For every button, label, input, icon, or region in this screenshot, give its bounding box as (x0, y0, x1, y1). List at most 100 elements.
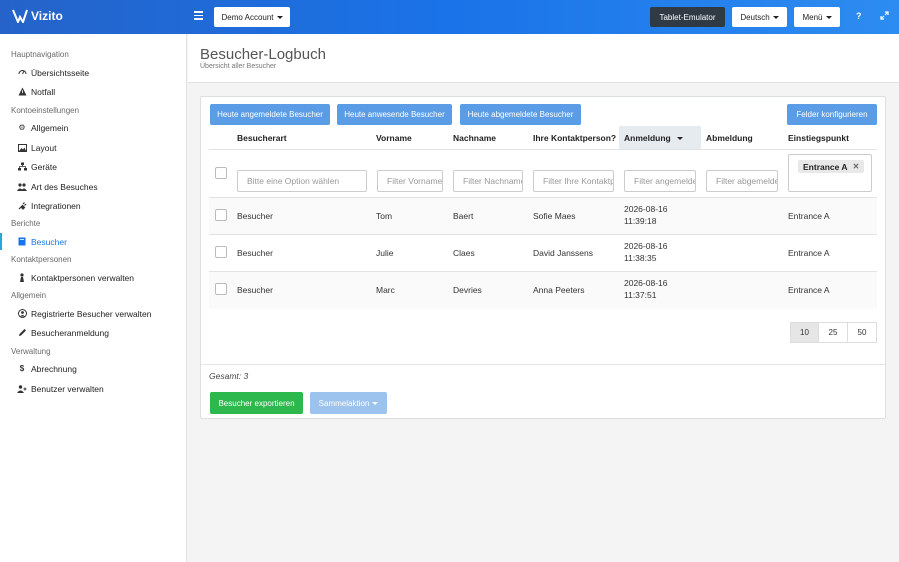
export-visitors-button[interactable]: Besucher exportieren (210, 392, 303, 414)
today-registered-label: Heute angemeldete Besucher (217, 110, 323, 119)
cell-last-name: Devries (453, 285, 482, 295)
sidebar-item-visitor-registration[interactable]: Besucheranmeldung (0, 324, 186, 341)
divider (201, 364, 885, 365)
column-header-contact[interactable]: Ihre Kontaktperson? (533, 133, 616, 143)
dashboard-icon (17, 68, 27, 78)
last-name-filter-placeholder: Filter Nachname (463, 176, 523, 186)
column-header-login[interactable]: Anmeldung (624, 133, 683, 143)
pencil-icon (17, 328, 27, 338)
sidebar-item-emergency[interactable]: Notfall (0, 83, 186, 100)
cell-login-time: 11:39:18 (624, 216, 657, 226)
column-header-entry-point[interactable]: Einstiegspunkt (788, 133, 849, 143)
row-checkbox[interactable] (215, 246, 227, 258)
last-name-filter-input[interactable]: Filter Nachname (453, 170, 523, 192)
vizito-logo-icon (12, 9, 28, 23)
sidebar-item-overview[interactable]: Übersichtsseite (0, 64, 186, 81)
sort-desc-icon (676, 137, 683, 141)
logout-filter-input[interactable]: Filter abgemeldet (706, 170, 778, 192)
column-header-last-name[interactable]: Nachname (453, 133, 496, 143)
today-registered-button[interactable]: Heute angemeldete Besucher (210, 104, 330, 125)
today-signed-out-label: Heute abgemeldete Besucher (467, 110, 574, 119)
plug-icon (17, 201, 27, 211)
sidebar-item-integrations[interactable]: Integrationen (0, 197, 186, 214)
entry-point-filter-tag: Entrance A ✕ (798, 160, 865, 173)
configure-fields-button[interactable]: Felder konfigurieren (787, 104, 877, 125)
row-checkbox[interactable] (215, 283, 227, 295)
sidebar-item-label: Besucheranmeldung (31, 327, 109, 338)
chevron-down-icon (772, 15, 779, 19)
first-name-filter-placeholder: Filter Vorname (387, 176, 443, 186)
menu-toggle-icon[interactable] (194, 11, 203, 22)
sidebar-item-visit-types[interactable]: Art des Besuches (0, 178, 186, 195)
image-icon (17, 143, 27, 153)
cell-entry-point: Entrance A (788, 211, 830, 221)
sidebar-item-visitors[interactable]: Besucher (0, 233, 186, 250)
column-header-logout[interactable]: Abmeldung (706, 133, 753, 143)
sidebar-item-label: Besucher (31, 236, 67, 247)
select-all-checkbox[interactable] (215, 167, 227, 179)
sidebar-item-label: Geräte (31, 161, 57, 172)
sidebar-item-layout[interactable]: Layout (0, 139, 186, 156)
column-header-first-name[interactable]: Vorname (376, 133, 412, 143)
row-checkbox[interactable] (215, 209, 227, 221)
sidebar-section-reports: Berichte (11, 219, 41, 228)
logo-text: Vizito (31, 9, 63, 23)
login-filter-placeholder: Filter angemeldet (634, 176, 696, 186)
person-icon (17, 273, 27, 283)
page-size-50-button[interactable]: 50 (847, 322, 877, 343)
entry-point-tag-label: Entrance A (803, 161, 848, 172)
contact-filter-input[interactable]: Filter Ihre Kontaktperson (533, 170, 614, 192)
menu-dropdown-button[interactable]: Menü (794, 7, 840, 27)
language-dropdown-button[interactable]: Deutsch (732, 7, 787, 27)
language-label: Deutsch (740, 12, 770, 22)
sidebar-item-manage-users[interactable]: Benutzer verwalten (0, 380, 186, 397)
today-present-button[interactable]: Heute anwesende Besucher (337, 104, 452, 125)
sidebar-item-devices[interactable]: Geräte (0, 158, 186, 175)
sidebar-item-manage-contacts[interactable]: Kontaktpersonen verwalten (0, 269, 186, 286)
column-header-visitor-type[interactable]: Besucherart (237, 133, 287, 143)
gear-icon: ⚙ (18, 123, 26, 132)
expand-icon[interactable] (880, 11, 889, 22)
book-icon (17, 237, 27, 247)
sidebar-section-general: Allgemein (11, 291, 47, 300)
close-icon[interactable]: ✕ (853, 162, 860, 171)
sidebar-section-main: Hauptnavigation (11, 50, 69, 59)
sidebar-item-registered-visitors[interactable]: Registrierte Besucher verwalten (0, 305, 186, 322)
divider (209, 149, 877, 150)
page-size-10-button[interactable]: 10 (790, 322, 819, 343)
visitor-type-filter-select[interactable]: Bitte eine Option wählen (237, 170, 367, 192)
login-filter-input[interactable]: Filter angemeldet (624, 170, 696, 192)
top-navbar: Vizito Demo Account Tablet-Emulator Deut… (0, 0, 899, 34)
page-size-label: 50 (857, 328, 867, 337)
sidebar-item-label: Registrierte Besucher verwalten (31, 308, 152, 319)
sidebar-item-label: Allgemein (31, 122, 69, 133)
sidebar-item-label: Notfall (31, 86, 56, 97)
page-size-25-button[interactable]: 25 (818, 322, 848, 343)
contact-filter-placeholder: Filter Ihre Kontaktperson (543, 176, 613, 186)
tablet-emulator-label: Tablet-Emulator (659, 12, 716, 22)
first-name-filter-input[interactable]: Filter Vorname (377, 170, 443, 192)
cell-last-name: Baert (453, 211, 474, 221)
account-dropdown-button[interactable]: Demo Account (214, 7, 290, 27)
entry-point-filter-select[interactable]: Entrance A ✕ (788, 154, 872, 192)
question-icon[interactable]: ? (856, 11, 862, 21)
today-signed-out-button[interactable]: Heute abgemeldete Besucher (460, 104, 581, 125)
sidebar-item-billing[interactable]: $ Abrechnung (0, 360, 186, 377)
cell-last-name: Claes (453, 248, 475, 258)
menu-label: Menü (802, 12, 823, 22)
cell-login-time: 11:37:51 (624, 290, 657, 300)
cell-first-name: Marc (376, 285, 395, 295)
sidebar-item-label: Art des Besuches (31, 181, 98, 192)
cell-login: 2026-08-16 11:37:51 (624, 277, 667, 301)
users-icon (17, 182, 27, 192)
vizito-logo[interactable]: Vizito (12, 9, 63, 23)
bulk-action-button[interactable]: Sammelaktion (310, 392, 387, 414)
export-visitors-label: Besucher exportieren (218, 398, 295, 408)
sidebar-item-label: Integrationen (31, 200, 81, 211)
tablet-emulator-button[interactable]: Tablet-Emulator (650, 7, 725, 27)
page-header: Besucher-Logbuch Übersicht aller Besuche… (188, 34, 899, 83)
sidebar-section-contacts: Kontaktpersonen (11, 255, 72, 264)
sidebar-item-general[interactable]: ⚙ Allgemein (0, 119, 186, 136)
logout-filter-placeholder: Filter abgemeldet (716, 176, 778, 186)
cell-login: 2026-08-16 11:39:18 (624, 203, 667, 227)
